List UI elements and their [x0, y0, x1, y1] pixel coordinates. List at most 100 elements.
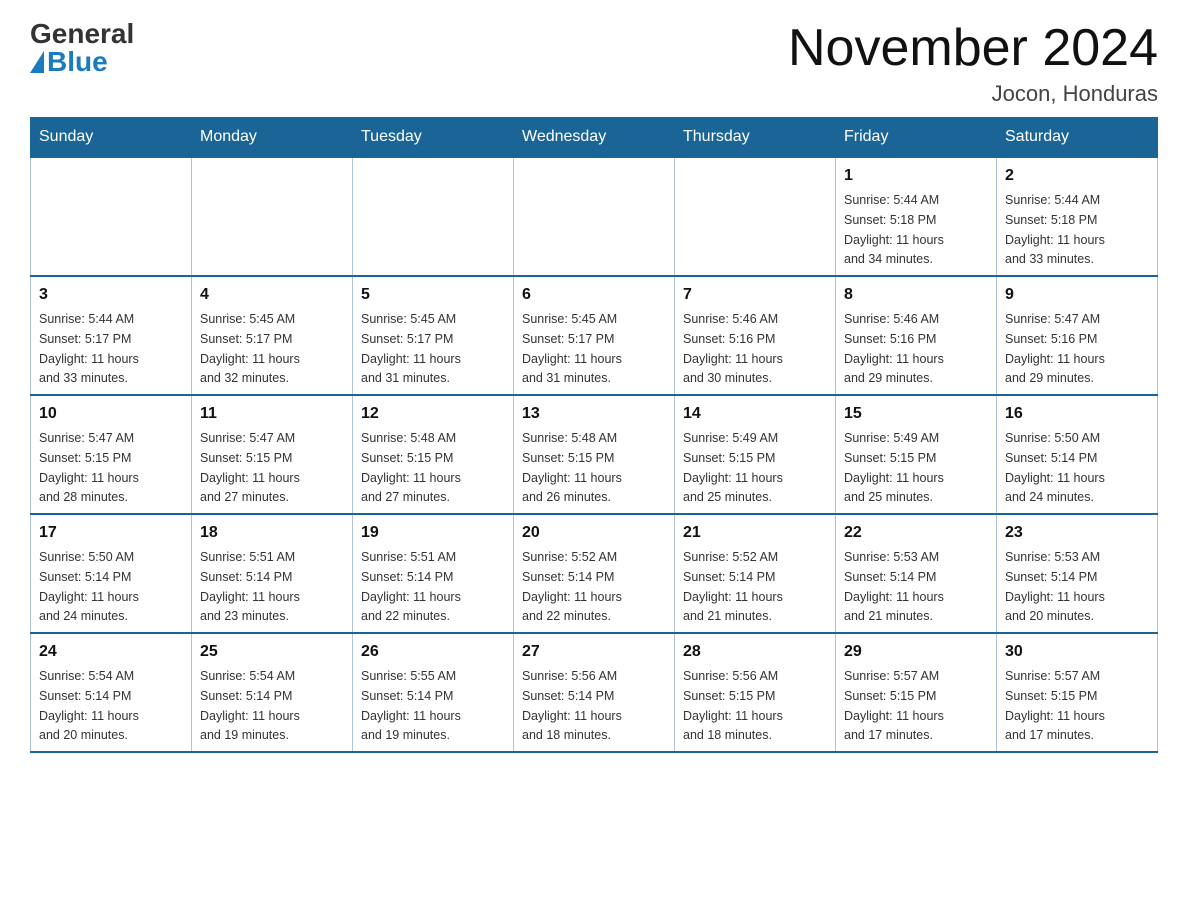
day-header-friday: Friday	[836, 118, 997, 158]
day-sun-info: Sunrise: 5:52 AM Sunset: 5:14 PM Dayligh…	[683, 550, 783, 623]
day-sun-info: Sunrise: 5:44 AM Sunset: 5:18 PM Dayligh…	[1005, 193, 1105, 266]
location-subtitle: Jocon, Honduras	[788, 81, 1158, 107]
calendar-week-row: 3 Sunrise: 5:44 AM Sunset: 5:17 PM Daylig…	[31, 276, 1158, 395]
calendar-header-row: SundayMondayTuesdayWednesdayThursdayFrid…	[31, 118, 1158, 158]
calendar-cell: 3 Sunrise: 5:44 AM Sunset: 5:17 PM Daylig…	[31, 276, 192, 395]
day-sun-info: Sunrise: 5:44 AM Sunset: 5:18 PM Dayligh…	[844, 193, 944, 266]
day-header-tuesday: Tuesday	[353, 118, 514, 158]
day-number: 30	[1005, 640, 1149, 664]
logo-blue-text: Blue	[30, 48, 108, 76]
calendar-cell: 28Sunrise: 5:56 AM Sunset: 5:15 PM Dayli…	[675, 633, 836, 752]
calendar-cell: 5 Sunrise: 5:45 AM Sunset: 5:17 PM Daylig…	[353, 276, 514, 395]
day-number: 4	[200, 283, 344, 307]
calendar-cell: 20 Sunrise: 5:52 AM Sunset: 5:14 PM Dayli…	[514, 514, 675, 633]
day-sun-info: Sunrise: 5:44 AM Sunset: 5:17 PM Dayligh…	[39, 312, 139, 385]
calendar-cell	[353, 157, 514, 276]
day-sun-info: Sunrise: 5:47 AM Sunset: 5:15 PM Dayligh…	[200, 431, 300, 504]
day-header-thursday: Thursday	[675, 118, 836, 158]
day-number: 20	[522, 521, 666, 545]
day-number: 15	[844, 402, 988, 426]
day-number: 13	[522, 402, 666, 426]
calendar-cell: 24Sunrise: 5:54 AM Sunset: 5:14 PM Dayli…	[31, 633, 192, 752]
day-sun-info: Sunrise: 5:45 AM Sunset: 5:17 PM Dayligh…	[361, 312, 461, 385]
calendar-cell: 23 Sunrise: 5:53 AM Sunset: 5:14 PM Dayli…	[997, 514, 1158, 633]
calendar-cell: 8 Sunrise: 5:46 AM Sunset: 5:16 PM Daylig…	[836, 276, 997, 395]
calendar-cell: 18 Sunrise: 5:51 AM Sunset: 5:14 PM Dayli…	[192, 514, 353, 633]
calendar-cell: 9Sunrise: 5:47 AM Sunset: 5:16 PM Daylig…	[997, 276, 1158, 395]
day-sun-info: Sunrise: 5:53 AM Sunset: 5:14 PM Dayligh…	[844, 550, 944, 623]
day-sun-info: Sunrise: 5:48 AM Sunset: 5:15 PM Dayligh…	[522, 431, 622, 504]
day-sun-info: Sunrise: 5:46 AM Sunset: 5:16 PM Dayligh…	[844, 312, 944, 385]
day-number: 14	[683, 402, 827, 426]
day-sun-info: Sunrise: 5:57 AM Sunset: 5:15 PM Dayligh…	[844, 669, 944, 742]
day-sun-info: Sunrise: 5:56 AM Sunset: 5:15 PM Dayligh…	[683, 669, 783, 742]
day-header-saturday: Saturday	[997, 118, 1158, 158]
day-number: 18	[200, 521, 344, 545]
day-sun-info: Sunrise: 5:47 AM Sunset: 5:15 PM Dayligh…	[39, 431, 139, 504]
calendar-cell: 19Sunrise: 5:51 AM Sunset: 5:14 PM Dayli…	[353, 514, 514, 633]
logo: General Blue	[30, 20, 134, 76]
day-number: 10	[39, 402, 183, 426]
day-sun-info: Sunrise: 5:48 AM Sunset: 5:15 PM Dayligh…	[361, 431, 461, 504]
calendar-cell: 7Sunrise: 5:46 AM Sunset: 5:16 PM Daylig…	[675, 276, 836, 395]
day-number: 1	[844, 164, 988, 188]
day-sun-info: Sunrise: 5:47 AM Sunset: 5:16 PM Dayligh…	[1005, 312, 1105, 385]
logo-triangle-icon	[30, 51, 44, 73]
calendar-table: SundayMondayTuesdayWednesdayThursdayFrid…	[30, 117, 1158, 753]
calendar-week-row: 1 Sunrise: 5:44 AM Sunset: 5:18 PM Daylig…	[31, 157, 1158, 276]
day-number: 24	[39, 640, 183, 664]
calendar-cell: 2 Sunrise: 5:44 AM Sunset: 5:18 PM Daylig…	[997, 157, 1158, 276]
day-sun-info: Sunrise: 5:55 AM Sunset: 5:14 PM Dayligh…	[361, 669, 461, 742]
day-number: 22	[844, 521, 988, 545]
day-number: 12	[361, 402, 505, 426]
calendar-cell: 14 Sunrise: 5:49 AM Sunset: 5:15 PM Dayli…	[675, 395, 836, 514]
day-sun-info: Sunrise: 5:49 AM Sunset: 5:15 PM Dayligh…	[683, 431, 783, 504]
calendar-cell: 25Sunrise: 5:54 AM Sunset: 5:14 PM Dayli…	[192, 633, 353, 752]
day-sun-info: Sunrise: 5:53 AM Sunset: 5:14 PM Dayligh…	[1005, 550, 1105, 623]
calendar-cell: 10 Sunrise: 5:47 AM Sunset: 5:15 PM Dayli…	[31, 395, 192, 514]
calendar-cell: 15Sunrise: 5:49 AM Sunset: 5:15 PM Dayli…	[836, 395, 997, 514]
calendar-cell: 12 Sunrise: 5:48 AM Sunset: 5:15 PM Dayli…	[353, 395, 514, 514]
day-sun-info: Sunrise: 5:45 AM Sunset: 5:17 PM Dayligh…	[200, 312, 300, 385]
day-sun-info: Sunrise: 5:50 AM Sunset: 5:14 PM Dayligh…	[39, 550, 139, 623]
calendar-cell: 30 Sunrise: 5:57 AM Sunset: 5:15 PM Dayli…	[997, 633, 1158, 752]
calendar-cell: 4 Sunrise: 5:45 AM Sunset: 5:17 PM Daylig…	[192, 276, 353, 395]
page-header: General Blue November 2024 Jocon, Hondur…	[30, 20, 1158, 107]
calendar-cell: 17 Sunrise: 5:50 AM Sunset: 5:14 PM Dayli…	[31, 514, 192, 633]
day-sun-info: Sunrise: 5:56 AM Sunset: 5:14 PM Dayligh…	[522, 669, 622, 742]
day-number: 26	[361, 640, 505, 664]
day-number: 11	[200, 402, 344, 426]
day-sun-info: Sunrise: 5:50 AM Sunset: 5:14 PM Dayligh…	[1005, 431, 1105, 504]
day-number: 17	[39, 521, 183, 545]
day-number: 6	[522, 283, 666, 307]
calendar-cell: 11 Sunrise: 5:47 AM Sunset: 5:15 PM Dayli…	[192, 395, 353, 514]
calendar-cell	[675, 157, 836, 276]
calendar-cell: 26 Sunrise: 5:55 AM Sunset: 5:14 PM Dayli…	[353, 633, 514, 752]
day-number: 23	[1005, 521, 1149, 545]
calendar-cell	[192, 157, 353, 276]
day-header-wednesday: Wednesday	[514, 118, 675, 158]
calendar-cell: 6 Sunrise: 5:45 AM Sunset: 5:17 PM Daylig…	[514, 276, 675, 395]
day-header-sunday: Sunday	[31, 118, 192, 158]
calendar-cell: 16Sunrise: 5:50 AM Sunset: 5:14 PM Dayli…	[997, 395, 1158, 514]
day-number: 3	[39, 283, 183, 307]
calendar-cell	[514, 157, 675, 276]
title-block: November 2024 Jocon, Honduras	[788, 20, 1158, 107]
day-number: 2	[1005, 164, 1149, 188]
day-number: 25	[200, 640, 344, 664]
calendar-week-row: 24Sunrise: 5:54 AM Sunset: 5:14 PM Dayli…	[31, 633, 1158, 752]
day-header-monday: Monday	[192, 118, 353, 158]
logo-general-text: General	[30, 20, 134, 48]
day-number: 7	[683, 283, 827, 307]
calendar-week-row: 10 Sunrise: 5:47 AM Sunset: 5:15 PM Dayli…	[31, 395, 1158, 514]
day-sun-info: Sunrise: 5:57 AM Sunset: 5:15 PM Dayligh…	[1005, 669, 1105, 742]
day-number: 8	[844, 283, 988, 307]
day-sun-info: Sunrise: 5:51 AM Sunset: 5:14 PM Dayligh…	[200, 550, 300, 623]
calendar-cell: 22 Sunrise: 5:53 AM Sunset: 5:14 PM Dayli…	[836, 514, 997, 633]
month-title: November 2024	[788, 20, 1158, 77]
day-number: 5	[361, 283, 505, 307]
day-sun-info: Sunrise: 5:45 AM Sunset: 5:17 PM Dayligh…	[522, 312, 622, 385]
day-sun-info: Sunrise: 5:52 AM Sunset: 5:14 PM Dayligh…	[522, 550, 622, 623]
calendar-cell: 13 Sunrise: 5:48 AM Sunset: 5:15 PM Dayli…	[514, 395, 675, 514]
day-sun-info: Sunrise: 5:51 AM Sunset: 5:14 PM Dayligh…	[361, 550, 461, 623]
